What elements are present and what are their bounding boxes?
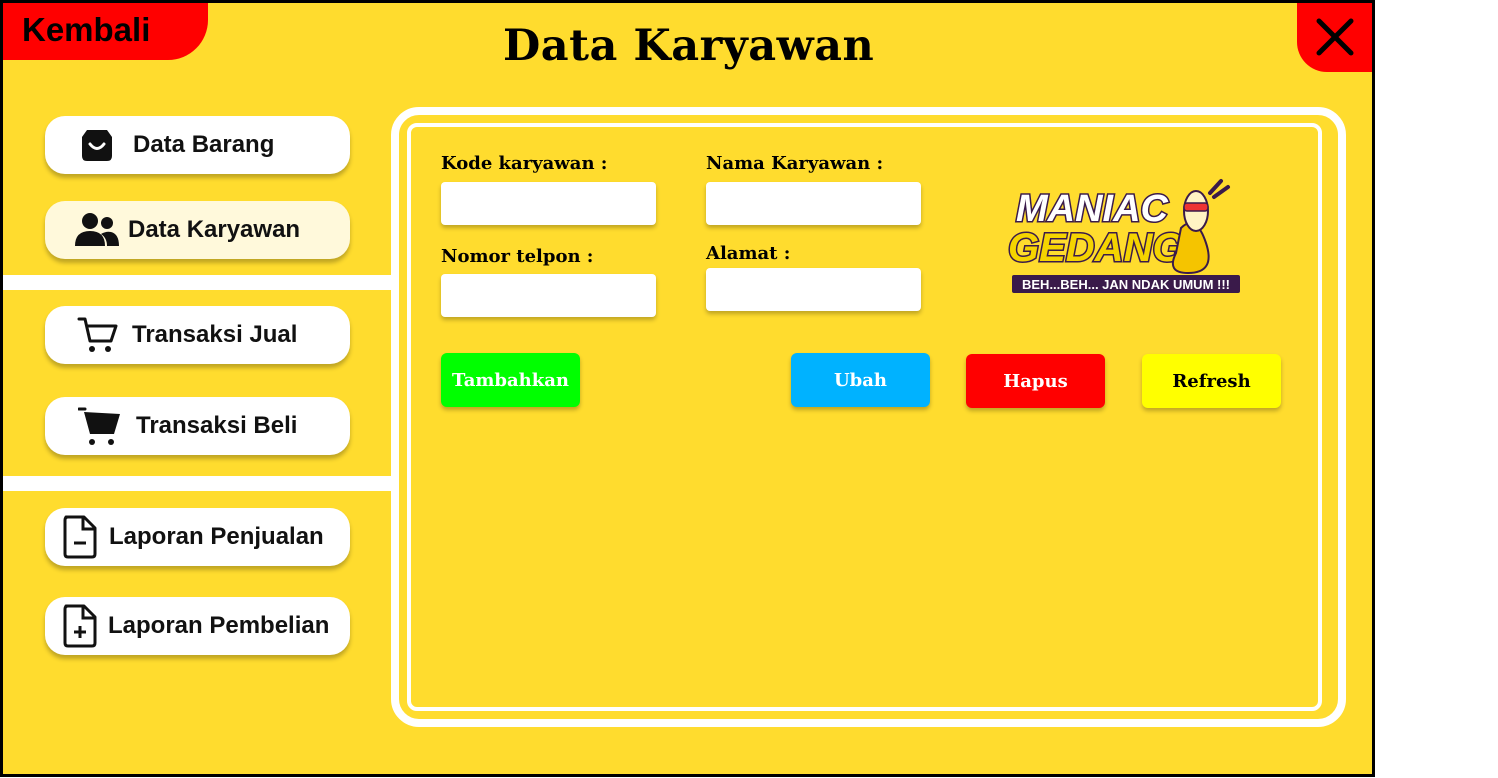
main-panel: Kode karyawan : Nama Karyawan : Nomor te… — [391, 107, 1346, 727]
kode-karyawan-label: Kode karyawan : — [441, 153, 608, 174]
alamat-label: Alamat : — [706, 243, 791, 264]
hapus-button[interactable]: Hapus — [966, 354, 1105, 408]
sidebar-item-transaksi-jual[interactable]: Transaksi Jual — [45, 306, 350, 364]
nama-karyawan-label: Nama Karyawan : — [706, 153, 884, 174]
alamat-input[interactable] — [706, 268, 921, 311]
file-minus-icon — [63, 515, 97, 559]
close-button[interactable] — [1297, 3, 1372, 72]
shopping-bag-icon — [82, 130, 112, 161]
app-window: Kembali Data Karyawan Data Barang Data K… — [0, 0, 1375, 777]
cart-outline-icon — [77, 317, 118, 352]
sidebar-item-label: Laporan Penjualan — [109, 523, 324, 550]
sidebar-item-label: Laporan Pembelian — [108, 612, 330, 639]
sidebar-item-laporan-pembelian[interactable]: Laporan Pembelian — [45, 597, 350, 655]
sidebar-item-label: Transaksi Beli — [136, 412, 298, 439]
hapus-button-label: Hapus — [1003, 370, 1068, 392]
nama-karyawan-input[interactable] — [706, 182, 921, 225]
sidebar-item-laporan-penjualan[interactable]: Laporan Penjualan — [45, 508, 350, 566]
page-title: Data Karyawan — [503, 21, 875, 71]
sidebar-divider — [3, 275, 393, 290]
tambahkan-button[interactable]: Tambahkan — [441, 353, 580, 407]
refresh-button[interactable]: Refresh — [1142, 354, 1281, 408]
refresh-button-label: Refresh — [1172, 370, 1251, 392]
logo-tagline: BEH...BEH... JAN NDAK UMUM !!! — [1022, 277, 1230, 292]
tambahkan-button-label: Tambahkan — [452, 369, 569, 391]
sidebar-item-label: Data Karyawan — [128, 216, 301, 243]
sidebar-item-transaksi-beli[interactable]: Transaksi Beli — [45, 397, 350, 455]
logo-line1: MANIAC — [1016, 188, 1169, 230]
nomor-telpon-label: Nomor telpon : — [441, 246, 594, 267]
users-icon — [75, 213, 119, 246]
kode-karyawan-input[interactable] — [441, 182, 656, 225]
form-area: Kode karyawan : Nama Karyawan : Nomor te… — [407, 123, 1322, 711]
back-button-label: Kembali — [22, 11, 151, 48]
sidebar-item-data-barang[interactable]: Data Barang — [45, 116, 350, 174]
sidebar-item-label: Data Barang — [133, 131, 275, 158]
ubah-button[interactable]: Ubah — [791, 353, 930, 407]
maniac-gedang-logo: MANIAC GEDANG BEH...BEH... JAN NDAK UMUM… — [1006, 173, 1256, 303]
sidebar-divider — [3, 476, 393, 491]
close-icon — [1316, 18, 1354, 56]
logo-line2: GEDANG — [1008, 226, 1184, 270]
banana-mascot-icon — [1172, 179, 1230, 275]
ubah-button-label: Ubah — [833, 369, 888, 391]
sidebar-item-data-karyawan[interactable]: Data Karyawan — [45, 201, 350, 259]
cart-filled-icon — [78, 407, 120, 445]
nomor-telpon-input[interactable] — [441, 274, 656, 317]
file-plus-icon — [63, 604, 97, 648]
sidebar-item-label: Transaksi Jual — [132, 321, 298, 348]
back-button[interactable]: Kembali — [3, 3, 208, 60]
